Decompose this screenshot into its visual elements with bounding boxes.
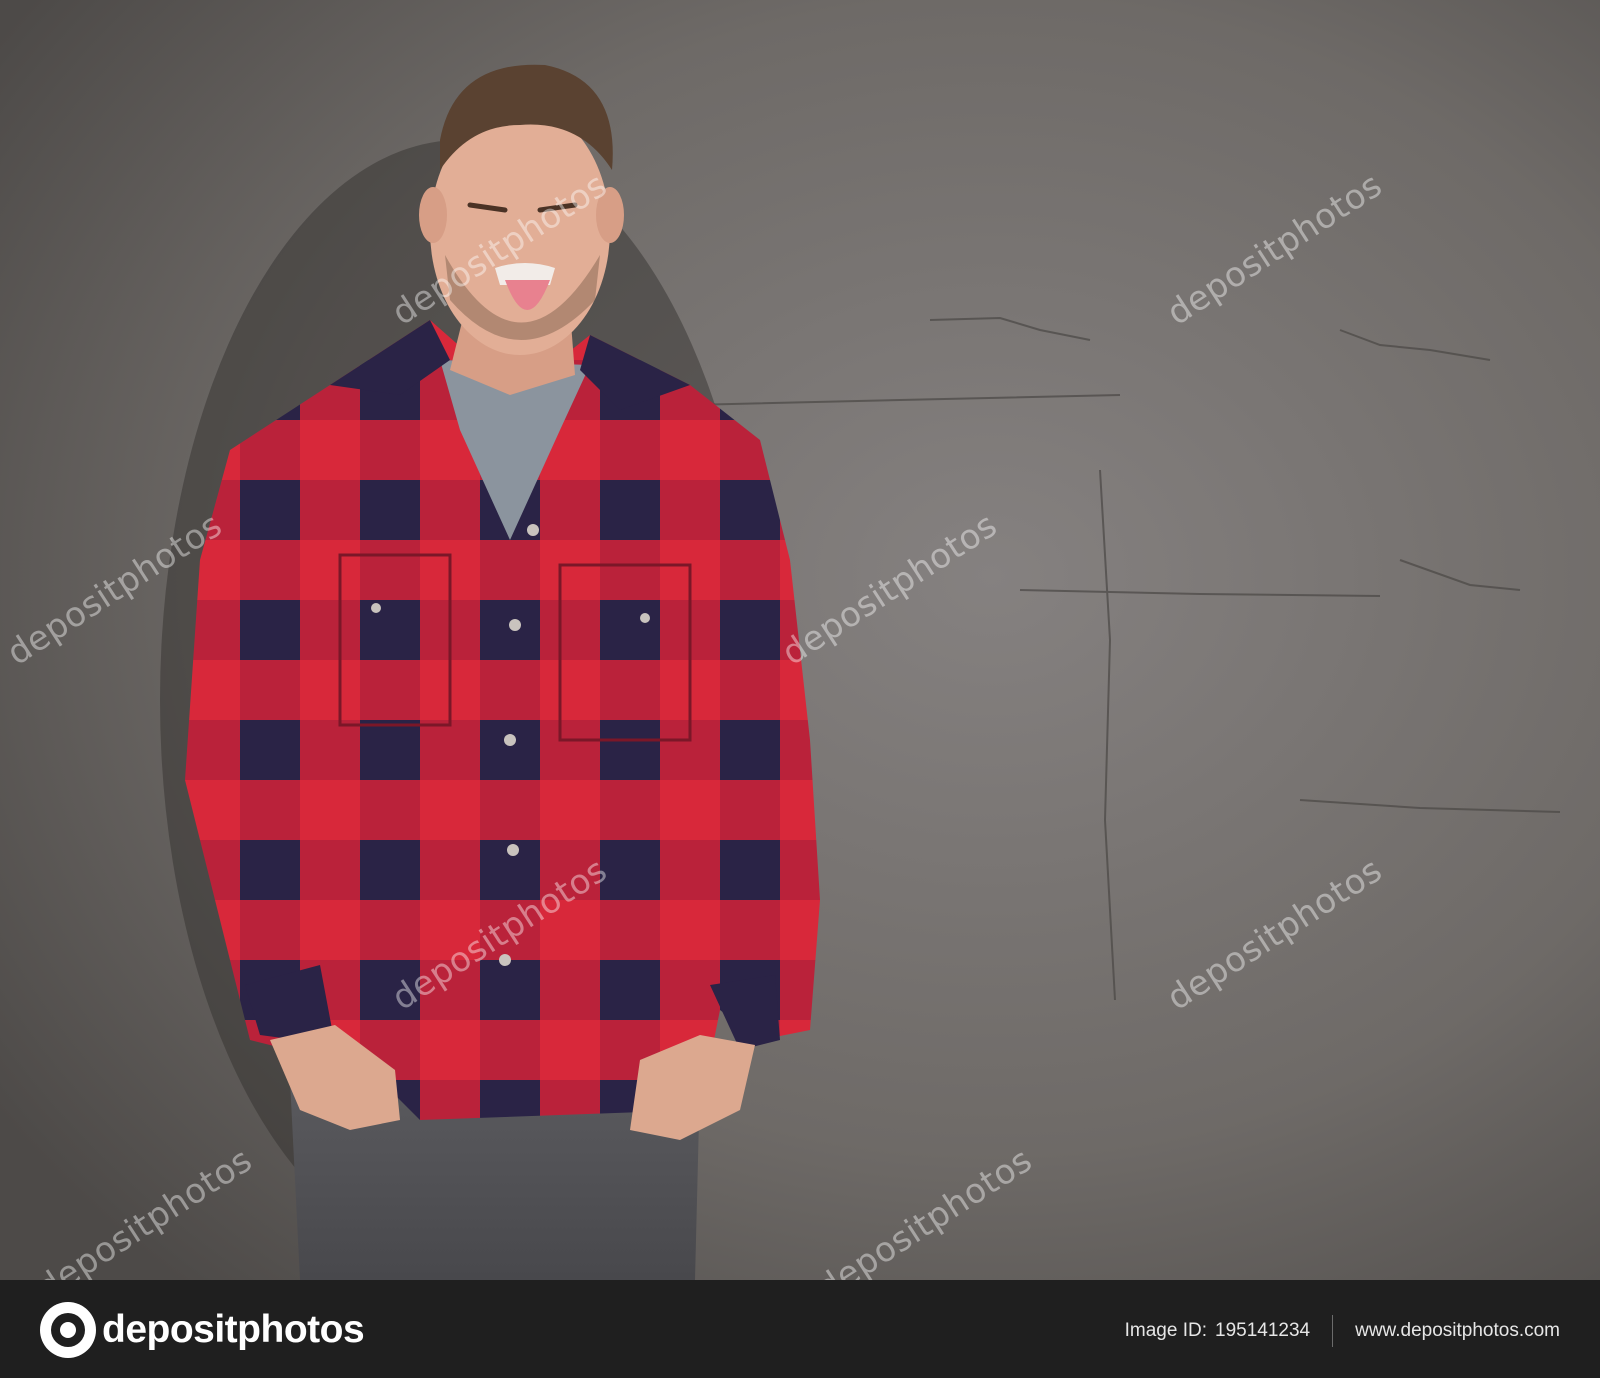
left-ear: [419, 187, 447, 243]
logo-text: depositphotos: [102, 1308, 365, 1351]
meta-divider: [1332, 1315, 1334, 1347]
footer-bar: depositphotos Image ID: 195141234 www.de…: [0, 1280, 1600, 1378]
image-meta: Image ID: 195141234 www.depositphotos.co…: [1125, 1315, 1560, 1347]
depositphotos-logo[interactable]: depositphotos: [40, 1302, 365, 1358]
image-id-label: Image ID:: [1124, 1320, 1207, 1341]
website-link[interactable]: www.depositphotos.com: [1355, 1320, 1560, 1342]
logo-icon: [40, 1302, 96, 1358]
stock-photo: depositphotos depositphotos depositphoto…: [0, 0, 1600, 1280]
image-id-value: 195141234: [1215, 1320, 1311, 1341]
